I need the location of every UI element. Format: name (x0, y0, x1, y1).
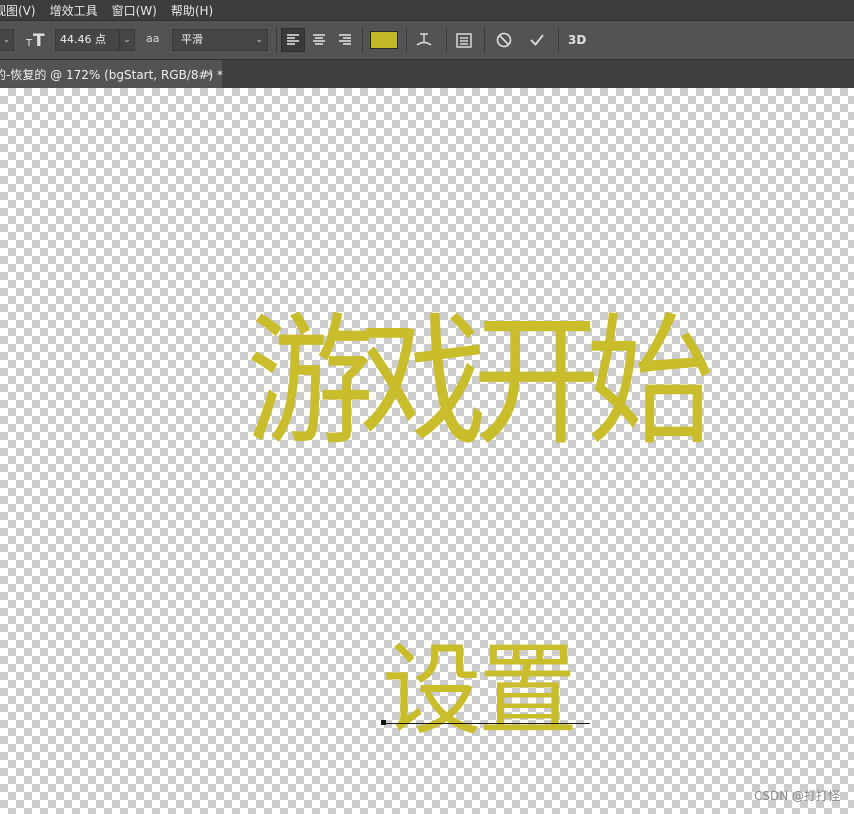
3d-button[interactable]: 3D (568, 33, 586, 55)
align-left-button[interactable] (281, 28, 305, 52)
align-right-button[interactable] (333, 28, 357, 50)
warp-text-icon (412, 28, 436, 52)
divider (276, 27, 277, 53)
antialias-select[interactable]: 平滑 ⌄ (172, 29, 268, 51)
divider (362, 27, 363, 53)
antialias-icon: aa (146, 32, 160, 45)
antialias-value[interactable]: 平滑 ⌄ (172, 29, 268, 51)
align-center-button[interactable] (307, 28, 331, 50)
menu-view[interactable]: 视图(V) (0, 2, 36, 19)
watermark: CSDN @打打怪 (753, 789, 840, 803)
text-anchor-handle[interactable] (381, 720, 386, 725)
svg-text:T: T (26, 38, 33, 49)
font-size-dropdown[interactable]: ⌄ (119, 29, 135, 51)
document-canvas[interactable]: 游戏开始 设置 CSDN @打打怪 (0, 88, 854, 814)
antialias-label: 平滑 (181, 33, 203, 46)
divider (484, 27, 485, 53)
font-size-input[interactable]: 44.46 点 (55, 29, 119, 51)
divider (558, 27, 559, 53)
panels-toggle-button[interactable] (452, 28, 476, 50)
text-color-swatch[interactable] (370, 31, 398, 49)
commit-button[interactable] (525, 28, 549, 50)
align-center-icon (307, 28, 331, 52)
options-bar: ⌄ T T 44.46 点 ⌄ aa 平滑 ⌄ 3D (0, 20, 854, 60)
document-tab[interactable]: 的-恢复的 @ 172% (bgStart, RGB/8#) * × (0, 60, 224, 88)
font-size-field[interactable]: 44.46 点 (55, 29, 119, 51)
menu-window[interactable]: 窗口(W) (112, 2, 157, 19)
svg-text:T: T (33, 31, 45, 50)
menu-plugins[interactable]: 增效工具 (50, 2, 98, 19)
title-text-layer[interactable]: 游戏开始 (246, 298, 714, 468)
warp-text-button[interactable] (412, 28, 436, 50)
checkmark-icon (525, 28, 549, 52)
divider (406, 27, 407, 53)
align-left-icon (281, 28, 305, 52)
chevron-down-icon: ⌄ (0, 29, 14, 51)
document-tab-bar: 的-恢复的 @ 172% (bgStart, RGB/8#) * × (0, 60, 854, 88)
cancel-button[interactable] (492, 28, 516, 50)
divider (446, 27, 447, 53)
cancel-icon (492, 28, 516, 52)
menu-bar: 视图(V) 增效工具 窗口(W) 帮助(H) (0, 0, 854, 20)
chevron-down-icon: ⌄ (255, 35, 263, 45)
align-right-icon (333, 28, 357, 52)
font-style-dropdown[interactable]: ⌄ (0, 29, 14, 51)
font-size-icon: T T (25, 30, 48, 52)
character-panel-icon (452, 28, 476, 52)
document-tab-title: 的-恢复的 @ 172% (bgStart, RGB/8#) * (0, 67, 224, 82)
settings-text-layer[interactable]: 设置 (382, 636, 578, 746)
chevron-down-icon: ⌄ (119, 29, 135, 51)
close-icon[interactable]: × (205, 67, 214, 80)
text-baseline (384, 723, 590, 724)
menu-help[interactable]: 帮助(H) (171, 2, 213, 19)
